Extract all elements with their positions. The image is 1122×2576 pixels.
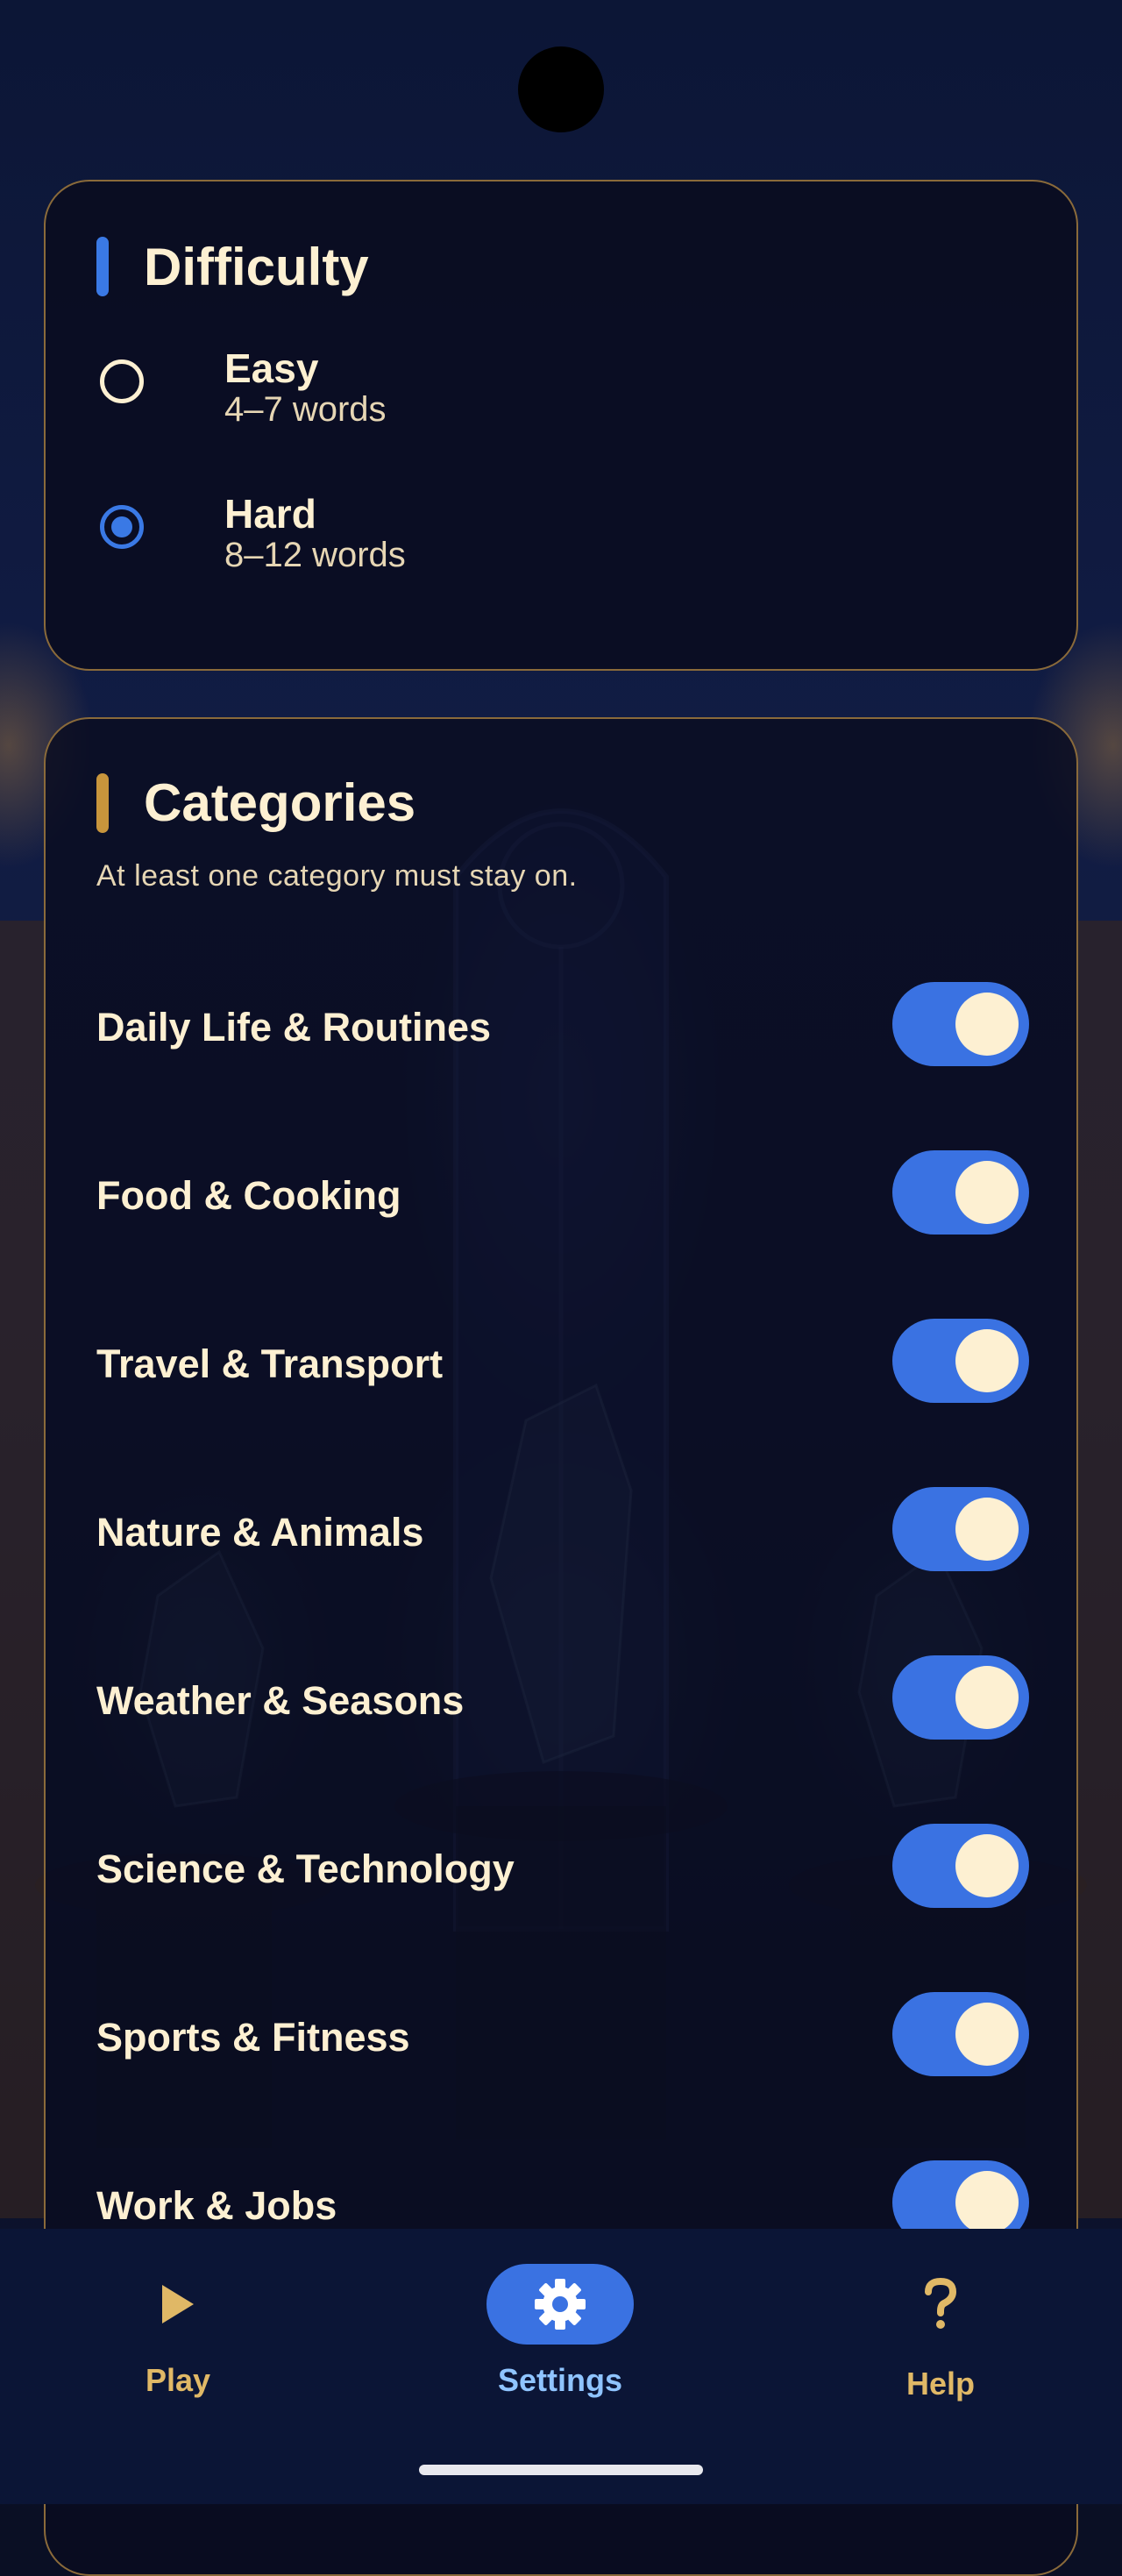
toggle-thumb [955,1666,1019,1729]
toggle-thumb [955,2171,1019,2234]
option-sublabel: 8–12 words [224,536,406,574]
nav-item-help[interactable]: Help [823,2264,1051,2439]
toggle-thumb [955,1161,1019,1224]
category-label: Daily Life & Routines [96,1005,492,1050]
toggle-thumb [955,2003,1019,2066]
difficulty-option-hard[interactable]: Hard 8–12 words [96,485,1026,608]
toggle-thumb [955,1329,1019,1392]
category-row[interactable]: Sports & Fitness [96,1982,1029,2087]
radio-selected-icon[interactable] [100,505,144,549]
radio-unselected-icon[interactable] [100,359,144,403]
category-row[interactable]: Nature & Animals [96,1477,1029,1582]
category-row[interactable]: Travel & Transport [96,1308,1029,1413]
difficulty-card: Difficulty Easy 4–7 words Hard 8–12 word… [44,180,1078,671]
option-label: Hard [224,491,316,537]
toggle-thumb [955,1498,1019,1561]
category-label: Work & Jobs [96,2183,337,2228]
category-label: Weather & Seasons [96,1678,465,1723]
nav-item-play[interactable]: Play [60,2264,288,2439]
option-sublabel: 4–7 words [224,390,387,429]
category-toggle[interactable] [892,1487,1029,1571]
nav-label: Help [905,2366,975,2402]
category-label: Travel & Transport [96,1341,444,1386]
category-label: Food & Cooking [96,1173,401,1218]
category-toggle[interactable] [892,1824,1029,1908]
category-row[interactable]: Daily Life & Routines [96,971,1029,1077]
category-label: Sports & Fitness [96,2015,410,2060]
category-label: Science & Technology [96,1847,515,1891]
bottom-navigation: Play Settings Help [0,2229,1122,2504]
category-toggle[interactable] [892,1150,1029,1235]
category-row[interactable]: Weather & Seasons [96,1645,1029,1750]
category-toggle[interactable] [892,982,1029,1066]
radio-dot [111,516,132,537]
category-toggle[interactable] [892,1655,1029,1740]
toggle-thumb [955,1834,1019,1897]
nav-icon-container[interactable] [104,2264,252,2345]
home-indicator[interactable] [419,2465,703,2475]
categories-accent-bar [96,773,109,833]
difficulty-option-easy[interactable]: Easy 4–7 words [96,339,1026,462]
play-icon [162,2285,194,2323]
category-toggle[interactable] [892,1319,1029,1403]
question-icon [925,2278,957,2329]
category-label: Nature & Animals [96,1510,424,1555]
front-camera [518,46,604,132]
category-row[interactable]: Science & Technology [96,1813,1029,1918]
difficulty-title: Difficulty [144,238,369,296]
nav-item-settings[interactable]: Settings [443,2264,671,2439]
difficulty-accent-bar [96,237,109,296]
nav-icon-container[interactable] [486,2264,634,2345]
category-row[interactable]: Food & Cooking [96,1140,1029,1245]
nav-label: Settings [497,2362,622,2398]
toggle-thumb [955,993,1019,1056]
categories-hint: At least one category must stay on. [96,859,578,893]
nav-label: Play [145,2362,211,2398]
category-toggle[interactable] [892,1992,1029,2076]
option-label: Easy [224,345,319,391]
nav-icon-container[interactable] [867,2264,1014,2345]
gear-icon [535,2279,586,2330]
categories-title: Categories [144,773,416,832]
